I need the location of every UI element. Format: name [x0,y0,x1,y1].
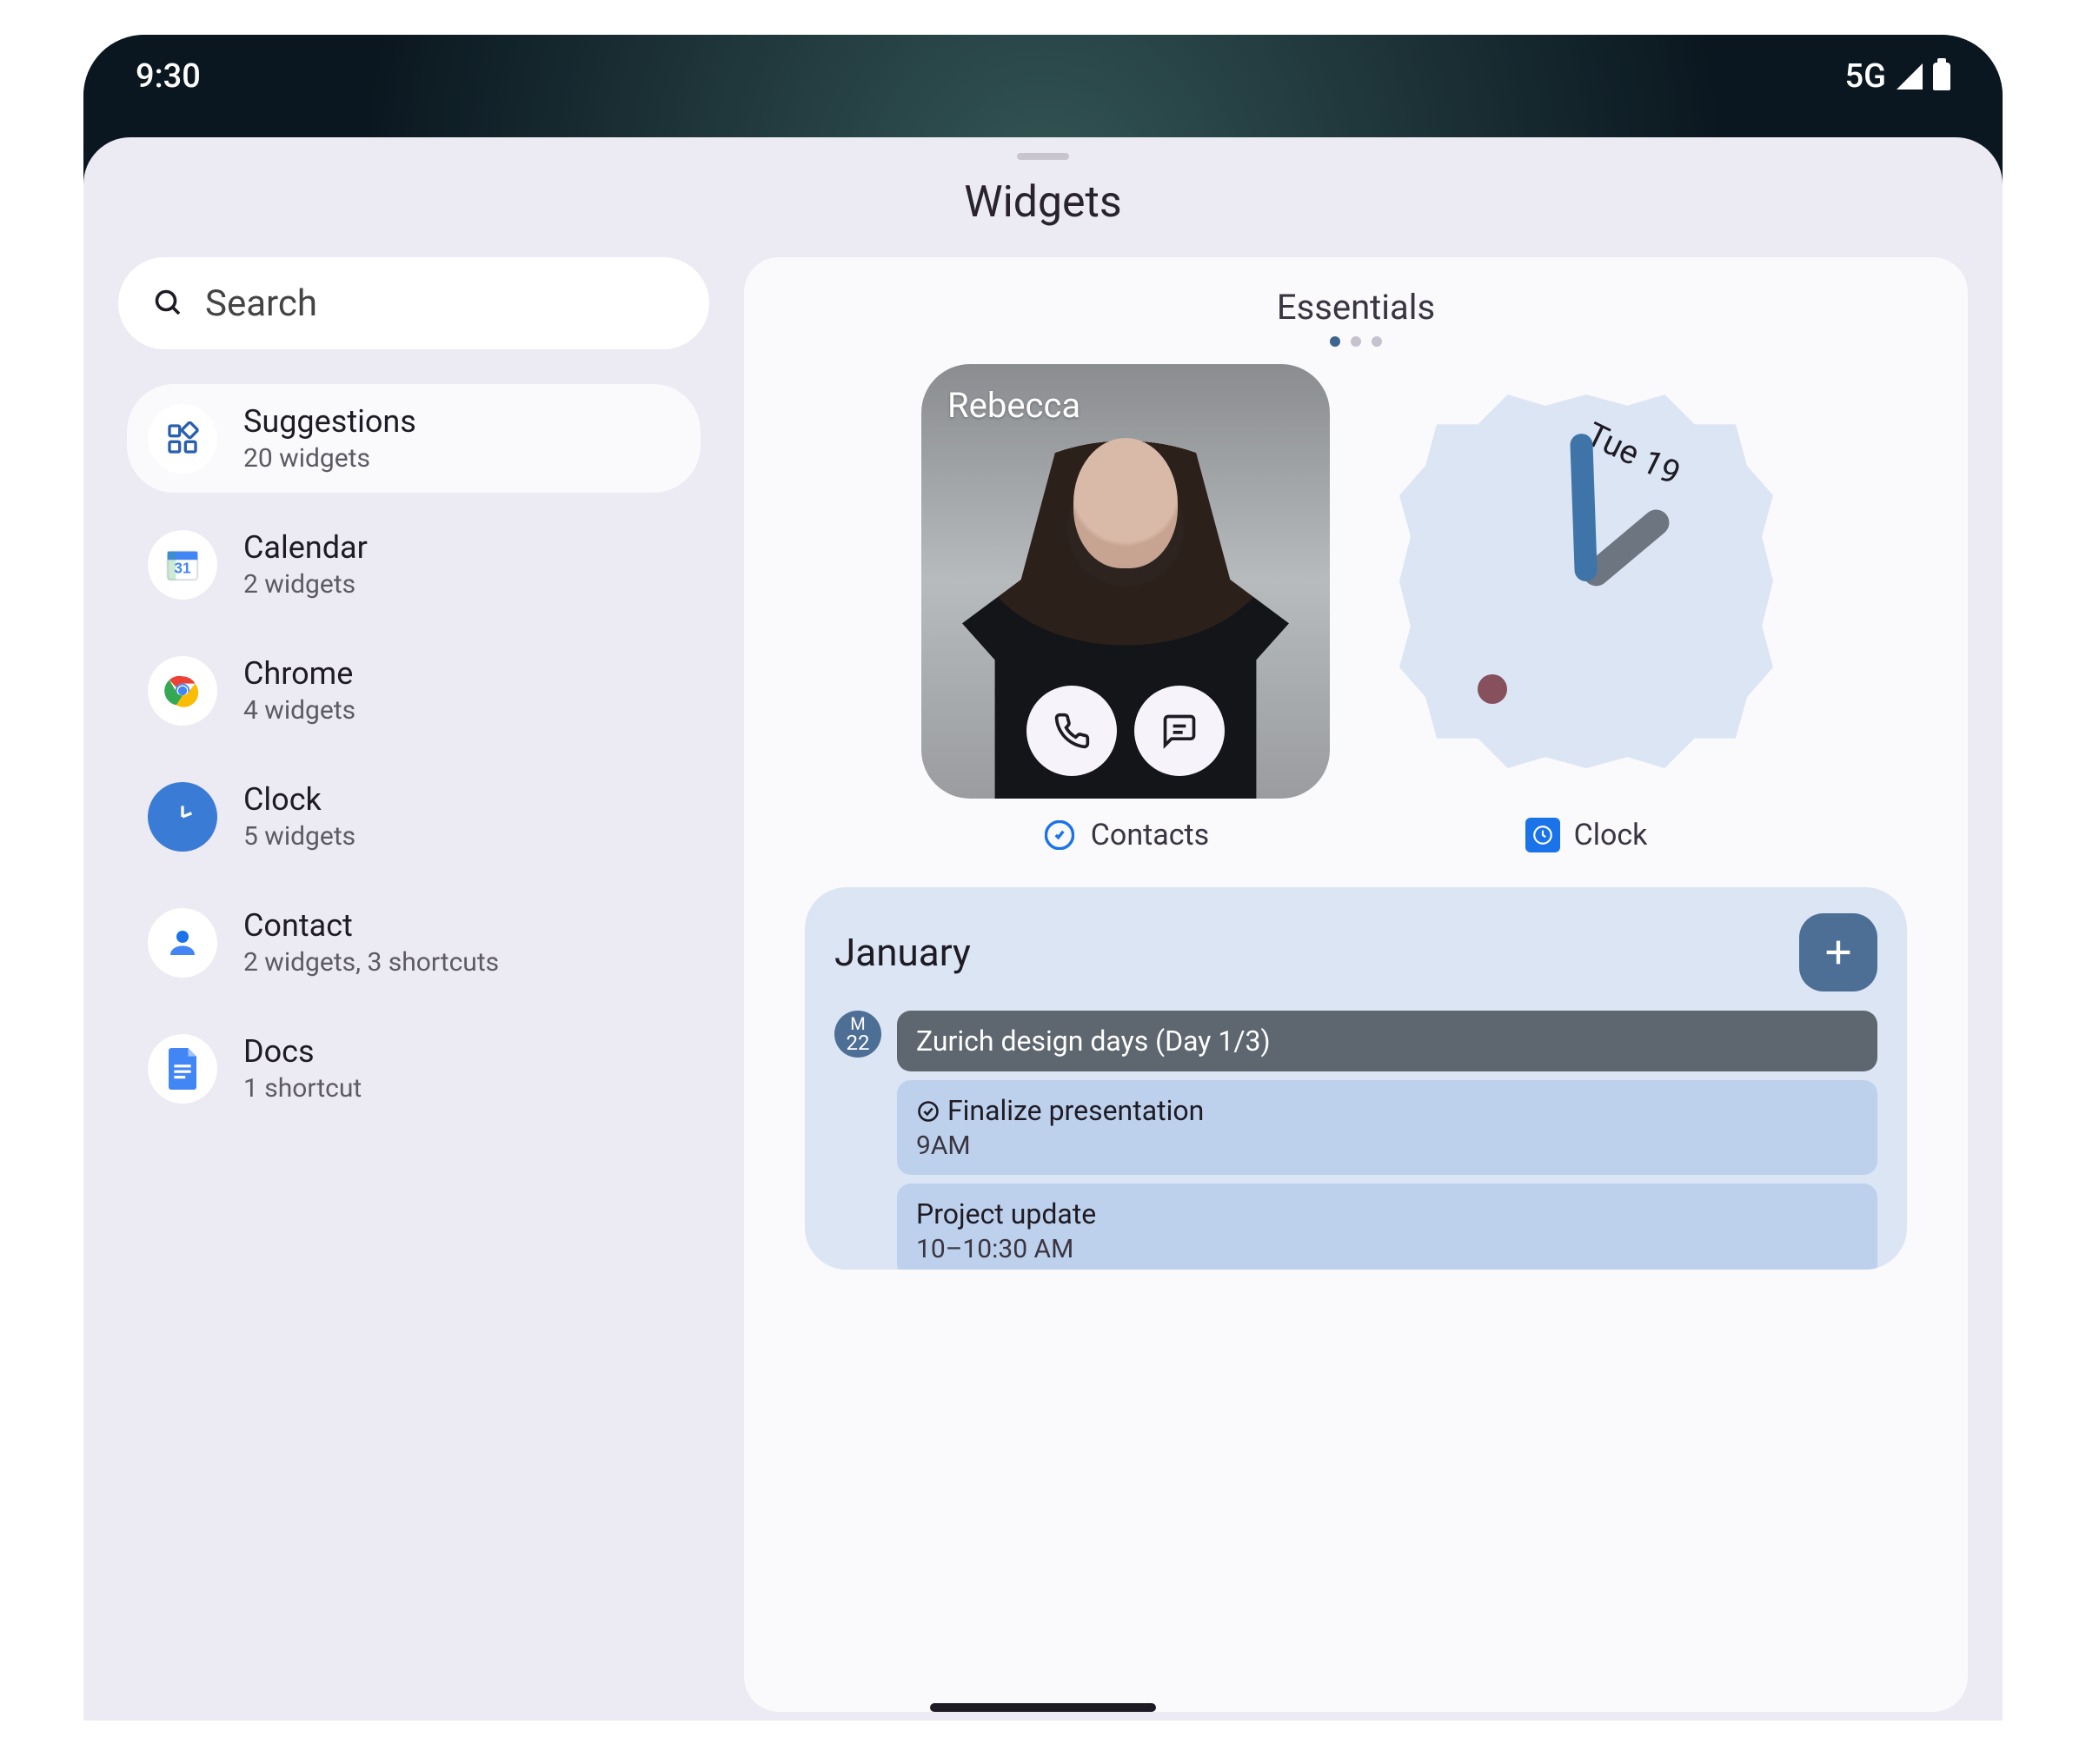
contacts-label-icon [1042,818,1077,852]
calendar-event[interactable]: Finalize presentation 9AM [897,1080,1877,1175]
status-network: 5G [1845,57,1886,96]
calendar-month: January [834,930,971,975]
sidebar-item-calendar[interactable]: 31 Calendar 2 widgets [127,510,701,619]
chrome-app-icon [148,656,217,726]
sidebar-sub: 20 widgets [243,443,416,474]
second-dot [1478,674,1507,704]
status-bar: 9:30 5G [83,35,2003,118]
sidebar-item-docs[interactable]: Docs 1 shortcut [127,1014,701,1123]
clock-widget-label: Clock [1574,818,1648,852]
sidebar-item-chrome[interactable]: Chrome 4 widgets [127,636,701,745]
widgets-icon [148,404,217,474]
sidebar-item-clock[interactable]: Clock 5 widgets [127,762,701,871]
svg-text:31: 31 [174,559,191,576]
sidebar-sub: 2 widgets [243,569,368,600]
sidebar-label: Docs [243,1033,362,1070]
sidebar-label: Chrome [243,655,355,692]
section-title: Essentials [779,287,1933,328]
calendar-event[interactable]: Project update 10–10:30 AM [897,1184,1877,1270]
search-placeholder: Search [205,282,317,325]
check-circle-icon [916,1099,940,1124]
call-button[interactable] [1026,686,1117,776]
gesture-nav-bar[interactable] [930,1703,1156,1712]
contact-widget[interactable]: Rebecca [921,364,1330,799]
widget-preview-panel: Essentials Rebecca [744,257,1968,1712]
widget-picker-sheet: Widgets Search [83,137,2003,1721]
sidebar-label: Calendar [243,529,368,566]
sidebar-sub: 4 widgets [243,695,355,726]
sidebar: Search Suggestions 20 widgets [118,257,709,1712]
calendar-add-button[interactable] [1799,913,1877,991]
sidebar-label: Clock [243,781,355,818]
sheet-drag-handle[interactable] [1017,153,1069,160]
contacts-app-icon [148,908,217,978]
message-icon [1160,712,1199,750]
sidebar-item-suggestions[interactable]: Suggestions 20 widgets [127,384,701,493]
calendar-app-icon: 31 [148,530,217,600]
clock-widget[interactable]: Tue 19 [1382,364,1790,799]
signal-icon [1897,63,1923,90]
calendar-date-badge: M 22 [834,1011,881,1058]
status-time: 9:30 [136,57,201,96]
pager-dots[interactable] [779,336,1933,347]
search-input[interactable]: Search [118,257,709,349]
clock-date: Tue 19 [1580,415,1686,494]
device-frame: 9:30 5G Widgets Search [83,35,2003,1721]
clock-app-icon [148,782,217,852]
search-icon [153,288,184,319]
phone-icon [1053,712,1091,750]
message-button[interactable] [1134,686,1225,776]
sidebar-sub: 1 shortcut [243,1073,362,1104]
contact-widget-label: Contacts [1091,818,1209,852]
battery-icon [1933,63,1950,90]
sidebar-label: Contact [243,907,499,944]
contact-name: Rebecca [947,385,1080,426]
sidebar-sub: 2 widgets, 3 shortcuts [243,947,499,978]
sidebar-item-contact[interactable]: Contact 2 widgets, 3 shortcuts [127,888,701,997]
sidebar-label: Suggestions [243,403,416,440]
calendar-event[interactable]: Zurich design days (Day 1/3) [897,1011,1877,1071]
calendar-widget[interactable]: January M 22 Zu [805,887,1907,1270]
plus-icon [1821,935,1856,970]
sheet-title: Widgets [83,177,2003,228]
docs-app-icon [148,1034,217,1104]
sidebar-sub: 5 widgets [243,821,355,852]
clock-label-icon [1525,818,1560,852]
